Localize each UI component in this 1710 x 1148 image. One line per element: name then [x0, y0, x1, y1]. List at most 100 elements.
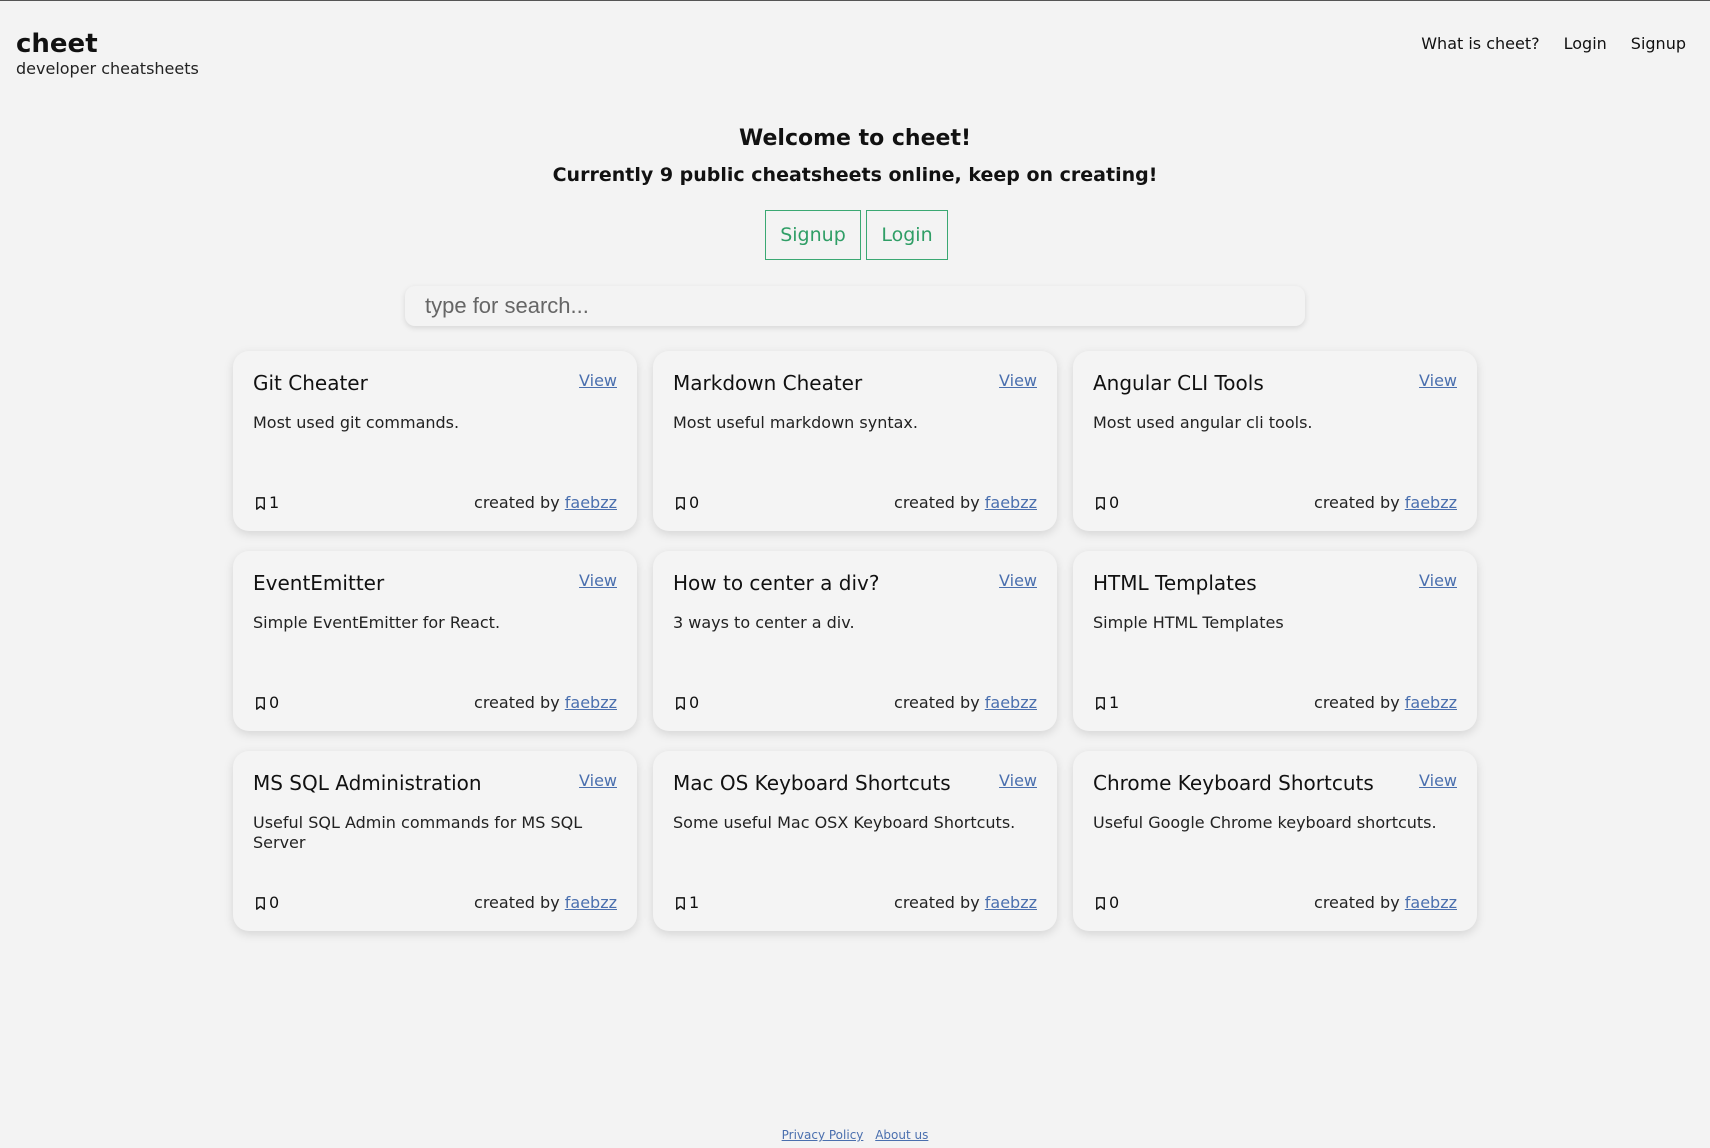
card-title: Markdown Cheater	[673, 371, 863, 395]
created-by-label: created by	[894, 893, 980, 912]
card-view-link[interactable]: View	[999, 771, 1037, 791]
search-input[interactable]	[405, 286, 1305, 326]
author-link[interactable]: faebzz	[985, 493, 1037, 512]
brand[interactable]: cheet developer cheatsheets	[16, 29, 199, 79]
card-author: created by faebzz	[894, 893, 1037, 913]
card-title: How to center a div?	[673, 571, 880, 595]
card-title: EventEmitter	[253, 571, 385, 595]
author-link[interactable]: faebzz	[985, 693, 1037, 712]
top-bar: cheet developer cheatsheets What is chee…	[0, 1, 1710, 91]
card-bookmark[interactable]: 1	[673, 893, 699, 913]
bookmark-icon	[676, 696, 685, 710]
bookmark-icon	[256, 496, 265, 510]
created-by-label: created by	[894, 493, 980, 512]
about-us-link[interactable]: About us	[875, 1128, 928, 1142]
card-title: Chrome Keyboard Shortcuts	[1093, 771, 1374, 795]
cheatsheet-card: Chrome Keyboard Shortcuts View Useful Go…	[1073, 751, 1477, 931]
hero-buttons: Signup Login	[765, 210, 948, 260]
card-author: created by faebzz	[474, 893, 617, 913]
bookmark-count: 0	[1109, 493, 1120, 512]
cheatsheet-card: Mac OS Keyboard Shortcuts View Some usef…	[653, 751, 1057, 931]
card-description: Useful Google Chrome keyboard shortcuts.	[1093, 813, 1437, 832]
nav-signup[interactable]: Signup	[1631, 34, 1686, 53]
card-view-link[interactable]: View	[999, 571, 1037, 591]
card-description: Most useful markdown syntax.	[673, 413, 918, 432]
bookmark-count: 0	[689, 493, 700, 512]
author-link[interactable]: faebzz	[1405, 493, 1457, 512]
author-link[interactable]: faebzz	[565, 693, 617, 712]
card-bookmark[interactable]: 1	[1093, 693, 1119, 713]
card-description: Most used angular cli tools.	[1093, 413, 1313, 432]
card-view-link[interactable]: View	[1419, 371, 1457, 391]
card-description: Simple EventEmitter for React.	[253, 613, 501, 632]
card-title: HTML Templates	[1093, 571, 1257, 595]
author-link[interactable]: faebzz	[565, 493, 617, 512]
card-author: created by faebzz	[1314, 893, 1457, 913]
card-description: Some useful Mac OSX Keyboard Shortcuts.	[673, 813, 1016, 832]
bookmark-count: 1	[689, 893, 700, 912]
card-description: Simple HTML Templates	[1093, 613, 1284, 632]
card-view-link[interactable]: View	[579, 571, 617, 591]
created-by-label: created by	[1314, 893, 1400, 912]
nav-login[interactable]: Login	[1564, 34, 1607, 53]
card-bookmark[interactable]: 0	[253, 693, 279, 713]
created-by-label: created by	[1314, 493, 1400, 512]
card-view-link[interactable]: View	[1419, 771, 1457, 791]
cheatsheet-card: Angular CLI Tools View Most used angular…	[1073, 351, 1477, 531]
author-link[interactable]: faebzz	[1405, 893, 1457, 912]
card-bookmark[interactable]: 0	[673, 693, 699, 713]
cheatsheet-card: HTML Templates View Simple HTML Template…	[1073, 551, 1477, 731]
card-bookmark[interactable]: 0	[1093, 493, 1119, 513]
card-author: created by faebzz	[1314, 493, 1457, 513]
created-by-label: created by	[474, 893, 560, 912]
bookmark-count: 0	[689, 693, 700, 712]
bookmark-icon	[256, 896, 265, 910]
created-by-label: created by	[474, 493, 560, 512]
bookmark-icon	[256, 696, 265, 710]
card-bookmark[interactable]: 1	[253, 493, 279, 513]
card-bookmark[interactable]: 0	[253, 893, 279, 913]
card-bookmark[interactable]: 0	[673, 493, 699, 513]
card-title: Git Cheater	[253, 371, 368, 395]
bookmark-icon	[676, 496, 685, 510]
cheatsheet-card: Markdown Cheater View Most useful markdo…	[653, 351, 1057, 531]
card-view-link[interactable]: View	[579, 371, 617, 391]
cheatsheet-card: EventEmitter View Simple EventEmitter fo…	[233, 551, 637, 731]
card-view-link[interactable]: View	[1419, 571, 1457, 591]
welcome-title: Welcome to cheet!	[739, 126, 971, 151]
cheatsheet-card: How to center a div? View 3 ways to cent…	[653, 551, 1057, 731]
signup-button[interactable]: Signup	[765, 210, 861, 260]
nav-what-is-cheet[interactable]: What is cheet?	[1421, 34, 1539, 53]
created-by-label: created by	[474, 693, 560, 712]
card-bookmark[interactable]: 0	[1093, 893, 1119, 913]
brand-name[interactable]: cheet	[16, 29, 199, 59]
card-view-link[interactable]: View	[999, 371, 1037, 391]
author-link[interactable]: faebzz	[985, 893, 1037, 912]
hero: Welcome to cheet! Currently 9 public che…	[0, 125, 1710, 189]
login-button[interactable]: Login	[866, 210, 948, 260]
card-title: MS SQL Administration	[253, 771, 482, 795]
author-link[interactable]: faebzz	[565, 893, 617, 912]
bookmark-icon	[676, 896, 685, 910]
cheatsheet-count-subtitle: Currently 9 public cheatsheets online, k…	[552, 164, 1158, 186]
bookmark-icon	[1096, 496, 1105, 510]
privacy-policy-link[interactable]: Privacy Policy	[782, 1128, 864, 1142]
card-description: 3 ways to center a div.	[673, 613, 855, 632]
card-author: created by faebzz	[894, 493, 1037, 513]
card-title: Angular CLI Tools	[1093, 371, 1264, 395]
brand-tagline: developer cheatsheets	[16, 59, 199, 78]
created-by-label: created by	[894, 693, 980, 712]
cheatsheet-card: MS SQL Administration View Useful SQL Ad…	[233, 751, 637, 931]
author-link[interactable]: faebzz	[1405, 693, 1457, 712]
bookmark-icon	[1096, 696, 1105, 710]
card-view-link[interactable]: View	[579, 771, 617, 791]
card-author: created by faebzz	[474, 493, 617, 513]
bookmark-count: 0	[1109, 893, 1120, 912]
card-title: Mac OS Keyboard Shortcuts	[673, 771, 951, 795]
top-nav: What is cheet? Login Signup	[1421, 34, 1686, 53]
footer: Privacy Policy About us	[0, 1128, 1710, 1142]
bookmark-count: 0	[269, 693, 280, 712]
bookmark-count: 1	[1109, 693, 1120, 712]
cheatsheet-card: Git Cheater View Most used git commands.…	[233, 351, 637, 531]
bookmark-icon	[1096, 896, 1105, 910]
